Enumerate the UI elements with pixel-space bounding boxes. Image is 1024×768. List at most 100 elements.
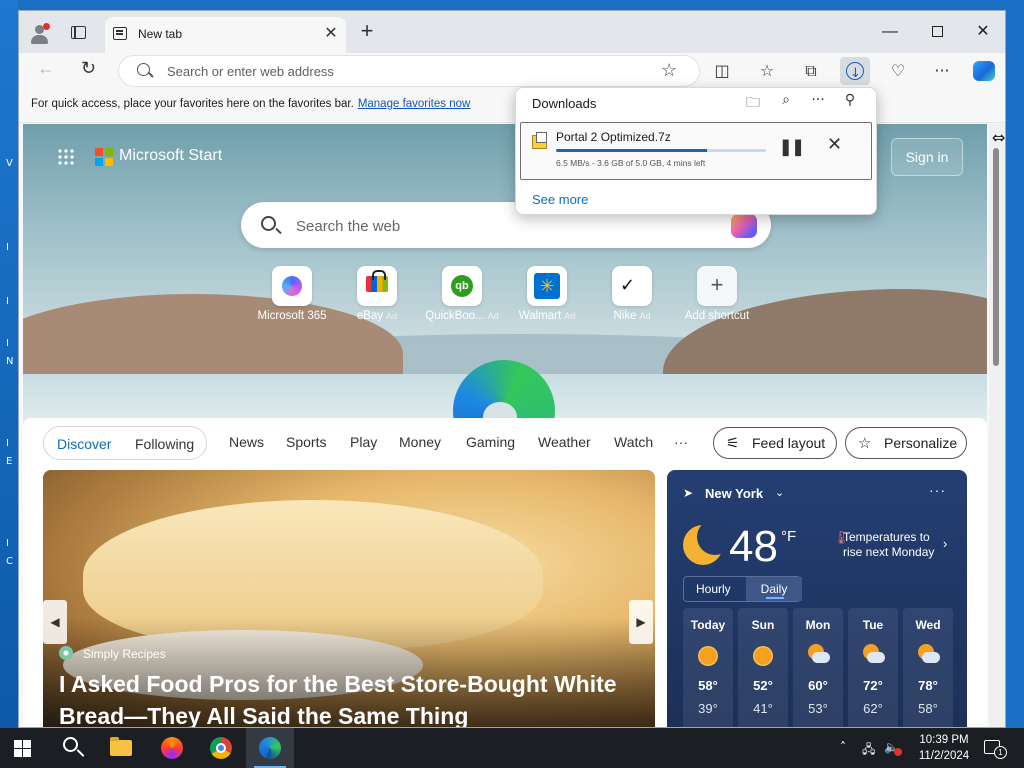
tab-new-tab[interactable]: New tab ✕ [105, 17, 346, 53]
day-name: Tue [862, 618, 884, 632]
carousel-next-button[interactable]: ▶ [629, 600, 653, 644]
favorites-icon[interactable]: ☆ [752, 57, 782, 85]
page-scrollbar[interactable] [989, 124, 1005, 727]
chrome-button[interactable] [197, 728, 245, 768]
close-tab-icon[interactable]: ✕ [321, 23, 341, 43]
personalize-button[interactable]: ☆ Personalize [845, 427, 967, 459]
download-filename[interactable]: Portal 2 Optimized.7z [556, 130, 671, 144]
weather-alert[interactable]: Temperatures to rise next Monday [843, 530, 941, 560]
day-name: Today [690, 618, 726, 632]
desktop-icon-label[interactable]: I [6, 338, 9, 349]
daily-tab[interactable]: Daily [746, 577, 802, 601]
ad-badge: Ad [564, 311, 576, 321]
address-input[interactable] [167, 61, 627, 81]
weather-location[interactable]: New York [705, 486, 763, 501]
desktop-icon-label[interactable]: E [6, 456, 12, 467]
carousel-prev-button[interactable]: ◀ [43, 600, 67, 644]
web-search-input[interactable] [296, 215, 696, 237]
temperature-unit[interactable]: °F [781, 528, 796, 545]
edge-button[interactable] [246, 728, 294, 768]
tab-watch[interactable]: Watch [614, 434, 653, 450]
minimize-button[interactable]: — [870, 19, 910, 45]
more-icon[interactable]: ··· [927, 57, 957, 85]
start-button[interactable] [14, 740, 31, 757]
tab-gaming[interactable]: Gaming [466, 434, 515, 450]
app-launcher-icon[interactable] [57, 148, 75, 166]
new-tab-button[interactable]: + [356, 20, 378, 42]
pin-icon[interactable]: ⚲ [838, 92, 862, 114]
maximize-button[interactable] [917, 19, 957, 45]
taskbar-search-button[interactable] [48, 728, 96, 768]
personalize-label: Personalize [884, 435, 958, 451]
see-more-link[interactable]: See more [532, 192, 588, 207]
chevron-up-icon[interactable]: ˄ [840, 740, 846, 754]
open-folder-icon[interactable]: 🗀 [741, 92, 765, 114]
shortcut-nike[interactable]: ✓ Nike Ad [587, 266, 677, 322]
collections-icon[interactable]: ⧉ [796, 57, 826, 85]
forecast-day[interactable]: Mon 60° 53° [793, 608, 843, 727]
chevron-down-icon[interactable]: ⌄ [775, 486, 784, 499]
desktop-icon-label[interactable]: N [6, 356, 13, 367]
copilot-icon[interactable] [731, 214, 757, 238]
brand-title[interactable]: Microsoft Start [119, 147, 222, 165]
forecast-day[interactable]: Wed 78° 58° [903, 608, 953, 727]
tab-actions-icon[interactable] [71, 26, 86, 39]
downloads-icon[interactable] [840, 57, 870, 88]
scroll-thumb[interactable] [993, 148, 999, 366]
forecast-day[interactable]: Today 58° 39° [683, 608, 733, 727]
shortcut-microsoft-365[interactable]: Microsoft 365 [247, 266, 337, 322]
clock[interactable]: 10:39 PM 11/2/2024 [912, 732, 976, 764]
more-icon[interactable]: ··· [806, 92, 830, 114]
search-icon [63, 737, 78, 752]
forecast-day[interactable]: Tue 72° 62° [848, 608, 898, 727]
shortcut-quickbooks[interactable]: qb QuickBoo... Ad [417, 266, 507, 322]
tab-sports[interactable]: Sports [286, 434, 326, 450]
download-item[interactable]: Portal 2 Optimized.7z 6.5 MB/s - 3.6 GB … [520, 122, 872, 180]
hero-article-card[interactable]: ◀ ▶ Simply Recipes I Asked Food Pros for… [43, 470, 655, 727]
desktop-icon-label[interactable]: V [6, 158, 13, 169]
pause-icon[interactable]: ❚❚ [779, 137, 805, 157]
desktop-background: V I I I N I E I C [0, 0, 18, 728]
shortcut-walmart[interactable]: ✳ Walmart Ad [502, 266, 592, 322]
address-bar[interactable]: ☆ [119, 56, 699, 86]
search-icon[interactable]: ⌕ [774, 92, 798, 114]
profile-icon[interactable] [29, 23, 51, 45]
article-title[interactable]: I Asked Food Pros for the Best Store-Bou… [59, 668, 639, 727]
back-icon[interactable]: ← [37, 58, 55, 79]
weather-card[interactable]: ➤ New York ⌄ ··· 48 °F 🌡 Temperatures to… [667, 470, 967, 727]
desktop-icon-label[interactable]: I [6, 438, 9, 449]
tab-weather[interactable]: Weather [538, 434, 591, 450]
desktop-icon-label[interactable]: C [6, 556, 13, 567]
file-explorer-button[interactable] [98, 728, 146, 768]
close-icon[interactable]: ✕ [827, 134, 842, 155]
split-screen-icon[interactable]: ◫ [707, 57, 737, 85]
chevron-right-icon[interactable]: › [943, 536, 947, 551]
forecast-day[interactable]: Sun 52° 41° [738, 608, 788, 727]
hourly-tab[interactable]: Hourly [696, 582, 731, 596]
desktop-icon-label[interactable]: I [6, 242, 9, 253]
copilot-icon[interactable] [969, 57, 999, 85]
tab-money[interactable]: Money [399, 434, 441, 450]
tab-play[interactable]: Play [350, 434, 377, 450]
desktop-icon-label[interactable]: I [6, 296, 9, 307]
feed-layout-button[interactable]: ⚟ Feed layout [713, 427, 837, 459]
folder-icon [110, 737, 132, 756]
tab-news[interactable]: News [229, 434, 264, 450]
shortcut-ebay[interactable]: eBay Ad [332, 266, 422, 322]
high-temp: 72° [863, 678, 883, 693]
more-tabs-icon[interactable]: ··· [674, 434, 688, 450]
browser-essentials-icon[interactable]: ♡ [883, 57, 913, 85]
close-window-button[interactable]: ✕ [963, 19, 1003, 45]
tab-following[interactable]: Following [135, 436, 194, 452]
network-icon[interactable]: 🖧 [862, 740, 875, 761]
manage-favorites-link[interactable]: Manage favorites now [358, 98, 471, 110]
plus-icon: + [710, 272, 724, 297]
add-shortcut-button[interactable]: + Add shortcut [672, 266, 762, 322]
more-icon[interactable]: ··· [929, 482, 946, 498]
refresh-icon[interactable]: ↻ [81, 58, 96, 79]
tab-discover[interactable]: Discover [57, 436, 111, 452]
sign-in-button[interactable]: Sign in [891, 138, 963, 176]
firefox-button[interactable] [148, 728, 196, 768]
desktop-icon-label[interactable]: I [6, 538, 9, 549]
favorite-star-icon[interactable]: ☆ [661, 60, 677, 81]
